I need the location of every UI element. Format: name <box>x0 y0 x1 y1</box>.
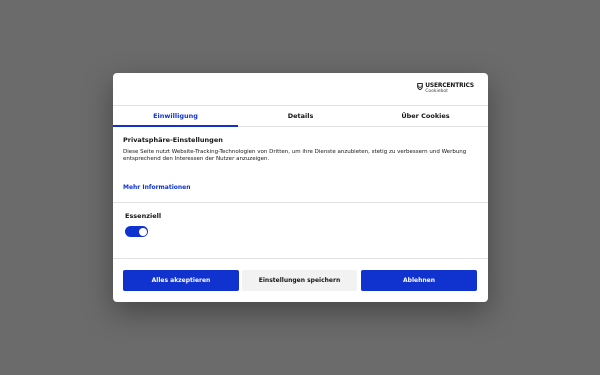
more-info-link[interactable]: Mehr Informationen <box>123 184 191 191</box>
shield-icon <box>417 83 424 90</box>
deny-button[interactable]: Ablehnen <box>361 270 477 291</box>
tab-ueber-cookies[interactable]: Über Cookies <box>363 106 488 126</box>
save-settings-button[interactable]: Einstellungen speichern <box>242 270 357 291</box>
consent-dialog: USERCENTRICS Cookiebot Einwilligung Deta… <box>113 73 488 302</box>
dialog-header: USERCENTRICS Cookiebot <box>113 73 488 106</box>
category-label: Essenziell <box>125 212 162 220</box>
tab-einwilligung[interactable]: Einwilligung <box>113 106 238 127</box>
usercentrics-logo: USERCENTRICS Cookiebot <box>417 82 474 94</box>
section-description: Diese Seite nutzt Website-Tracking-Techn… <box>123 149 467 162</box>
dialog-footer: Alles akzeptieren Einstellungen speicher… <box>113 258 488 302</box>
consent-content: Privatsphäre-Einstellungen Diese Seite n… <box>113 127 488 193</box>
toggle-knob <box>138 227 147 236</box>
accept-all-button[interactable]: Alles akzeptieren <box>123 270 239 291</box>
logo-subtitle: Cookiebot <box>425 88 448 94</box>
tab-bar: Einwilligung Details Über Cookies <box>113 106 488 127</box>
tab-details[interactable]: Details <box>238 106 363 126</box>
essential-toggle[interactable] <box>125 226 148 237</box>
logo-wordmark: USERCENTRICS <box>425 81 474 89</box>
section-title: Privatsphäre-Einstellungen <box>123 136 223 144</box>
category-essential: Essenziell <box>113 203 488 252</box>
